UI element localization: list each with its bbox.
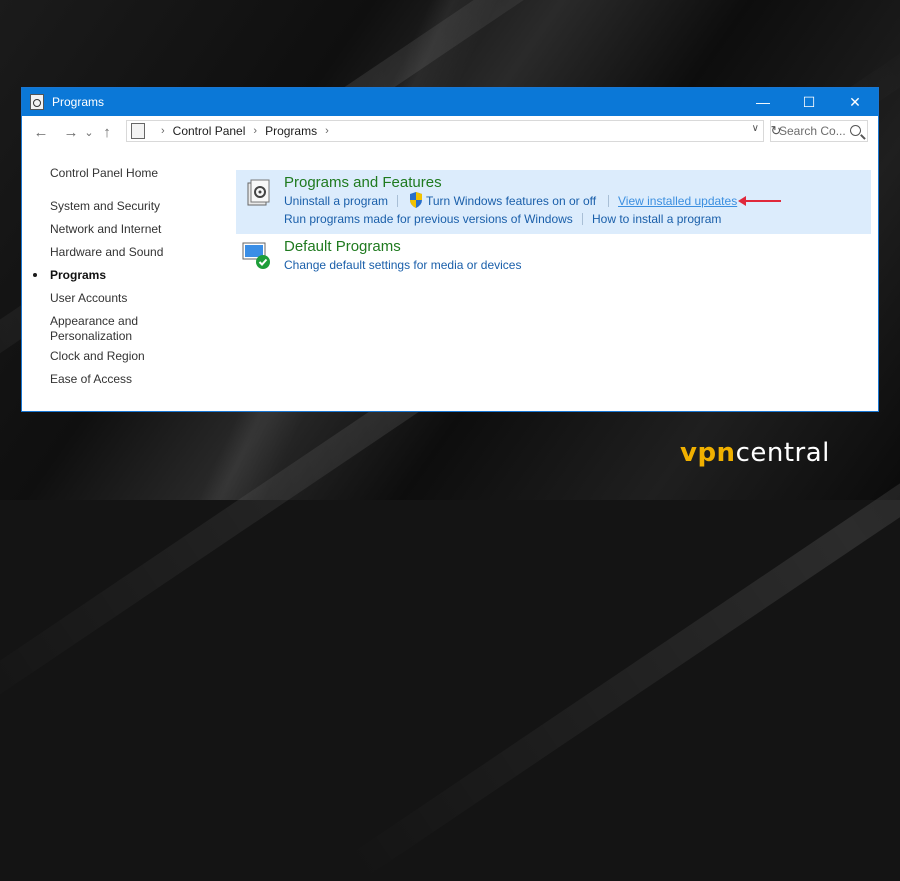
sidebar-item-ease-of-access[interactable]: Ease of Access: [50, 372, 132, 386]
search-input[interactable]: Search Co...: [779, 124, 846, 138]
link-separator: [397, 195, 398, 207]
uninstall-program-link[interactable]: Uninstall a program: [284, 194, 388, 208]
programs-window: Programs — ☐ ✕ ← → ⌄ ↑ › Control Panel ›…: [21, 87, 879, 412]
sidebar-item-network-internet[interactable]: Network and Internet: [50, 222, 161, 236]
link-separator: [608, 195, 609, 207]
sidebar-item-programs[interactable]: Programs: [33, 268, 107, 282]
maximize-button[interactable]: ☐: [786, 88, 832, 116]
window-title: Programs: [52, 95, 105, 109]
title-bar[interactable]: Programs — ☐ ✕: [22, 88, 878, 116]
sidebar-item-user-accounts[interactable]: User Accounts: [50, 291, 127, 305]
back-button[interactable]: ←: [30, 120, 52, 144]
window-controls: — ☐ ✕: [740, 88, 878, 116]
link-separator: [582, 213, 583, 225]
forward-button[interactable]: →: [60, 120, 82, 144]
search-icon[interactable]: [850, 125, 861, 136]
up-button[interactable]: ↑: [96, 120, 118, 144]
sidebar-item-appearance[interactable]: Appearance and: [50, 314, 138, 328]
turn-windows-features-link[interactable]: Turn Windows features on or off: [426, 194, 596, 208]
sidebar-item-clock-region[interactable]: Clock and Region: [50, 349, 145, 363]
run-old-programs-link[interactable]: Run programs made for previous versions …: [284, 212, 573, 226]
breadcrumb-separator-icon: ›: [325, 125, 329, 137]
sidebar-item-personalization[interactable]: Personalization: [50, 329, 132, 343]
breadcrumb-separator-icon: ›: [253, 125, 258, 137]
close-button[interactable]: ✕: [832, 88, 878, 116]
red-arrow-shaft: [745, 200, 781, 202]
control-panel-icon: [30, 94, 44, 110]
address-dropdown-icon[interactable]: ∨: [752, 123, 759, 134]
sidebar-item-system-security[interactable]: System and Security: [50, 199, 160, 213]
address-field[interactable]: › Control Panel › Programs › ∨: [126, 120, 764, 142]
active-bullet-icon: [33, 273, 37, 277]
address-bar-row: ← → ⌄ ↑ › Control Panel › Programs › ∨ ↻…: [22, 116, 878, 148]
change-default-settings-link[interactable]: Change default settings for media or dev…: [284, 258, 521, 272]
breadcrumb-separator-icon: ›: [161, 125, 165, 137]
sidebar-item-hardware-sound[interactable]: Hardware and Sound: [50, 245, 163, 259]
shield-icon: [410, 192, 422, 208]
recent-locations-button[interactable]: ⌄: [82, 120, 96, 144]
programs-features-title[interactable]: Programs and Features: [284, 174, 442, 191]
breadcrumb-control-panel[interactable]: Control Panel: [173, 124, 246, 138]
how-to-install-link[interactable]: How to install a program: [592, 212, 721, 226]
minimize-button[interactable]: —: [740, 88, 786, 116]
vpncentral-watermark: vpncentral: [680, 438, 830, 468]
search-box[interactable]: Search Co...: [770, 120, 868, 142]
control-panel-icon: [131, 123, 145, 139]
default-programs-icon: [242, 242, 270, 269]
sidebar-item-label: Programs: [50, 268, 107, 282]
default-programs-title[interactable]: Default Programs: [284, 238, 401, 255]
breadcrumb-programs[interactable]: Programs: [265, 124, 317, 138]
programs-icon: [247, 179, 270, 206]
sidebar-item-control-panel-home[interactable]: Control Panel Home: [50, 166, 158, 180]
view-installed-updates-link[interactable]: View installed updates: [618, 194, 737, 208]
